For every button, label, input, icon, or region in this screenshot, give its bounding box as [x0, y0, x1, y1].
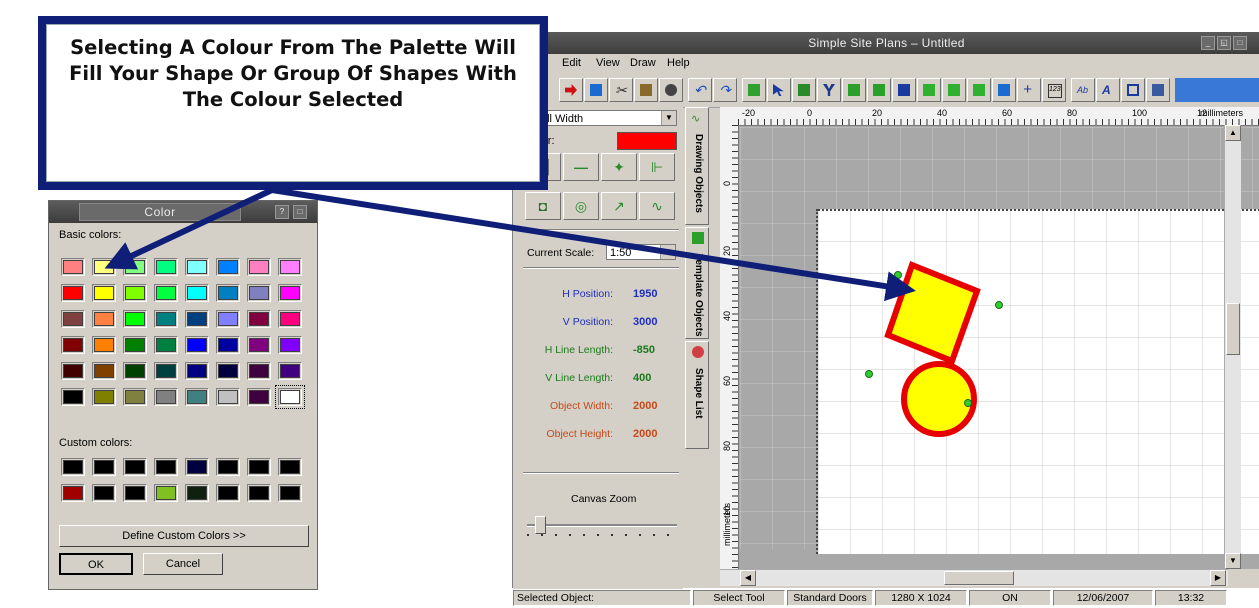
status-tool: Select Tool: [693, 590, 785, 606]
status-layer: Standard Doors: [787, 590, 873, 606]
status-date: 12/06/2007: [1053, 590, 1153, 606]
status-bar: Selected Object: Select Tool Standard Do…: [513, 588, 1259, 608]
callout-arrows: [104, 187, 916, 302]
status-resolution: 1280 X 1024: [875, 590, 967, 606]
callout-arrow-palette: [104, 187, 274, 270]
callout-arrow-shape: [271, 187, 916, 302]
status-snap: ON: [969, 590, 1051, 606]
status-time: 13:32: [1155, 590, 1227, 606]
status-selected-object: Selected Object:: [513, 590, 691, 606]
